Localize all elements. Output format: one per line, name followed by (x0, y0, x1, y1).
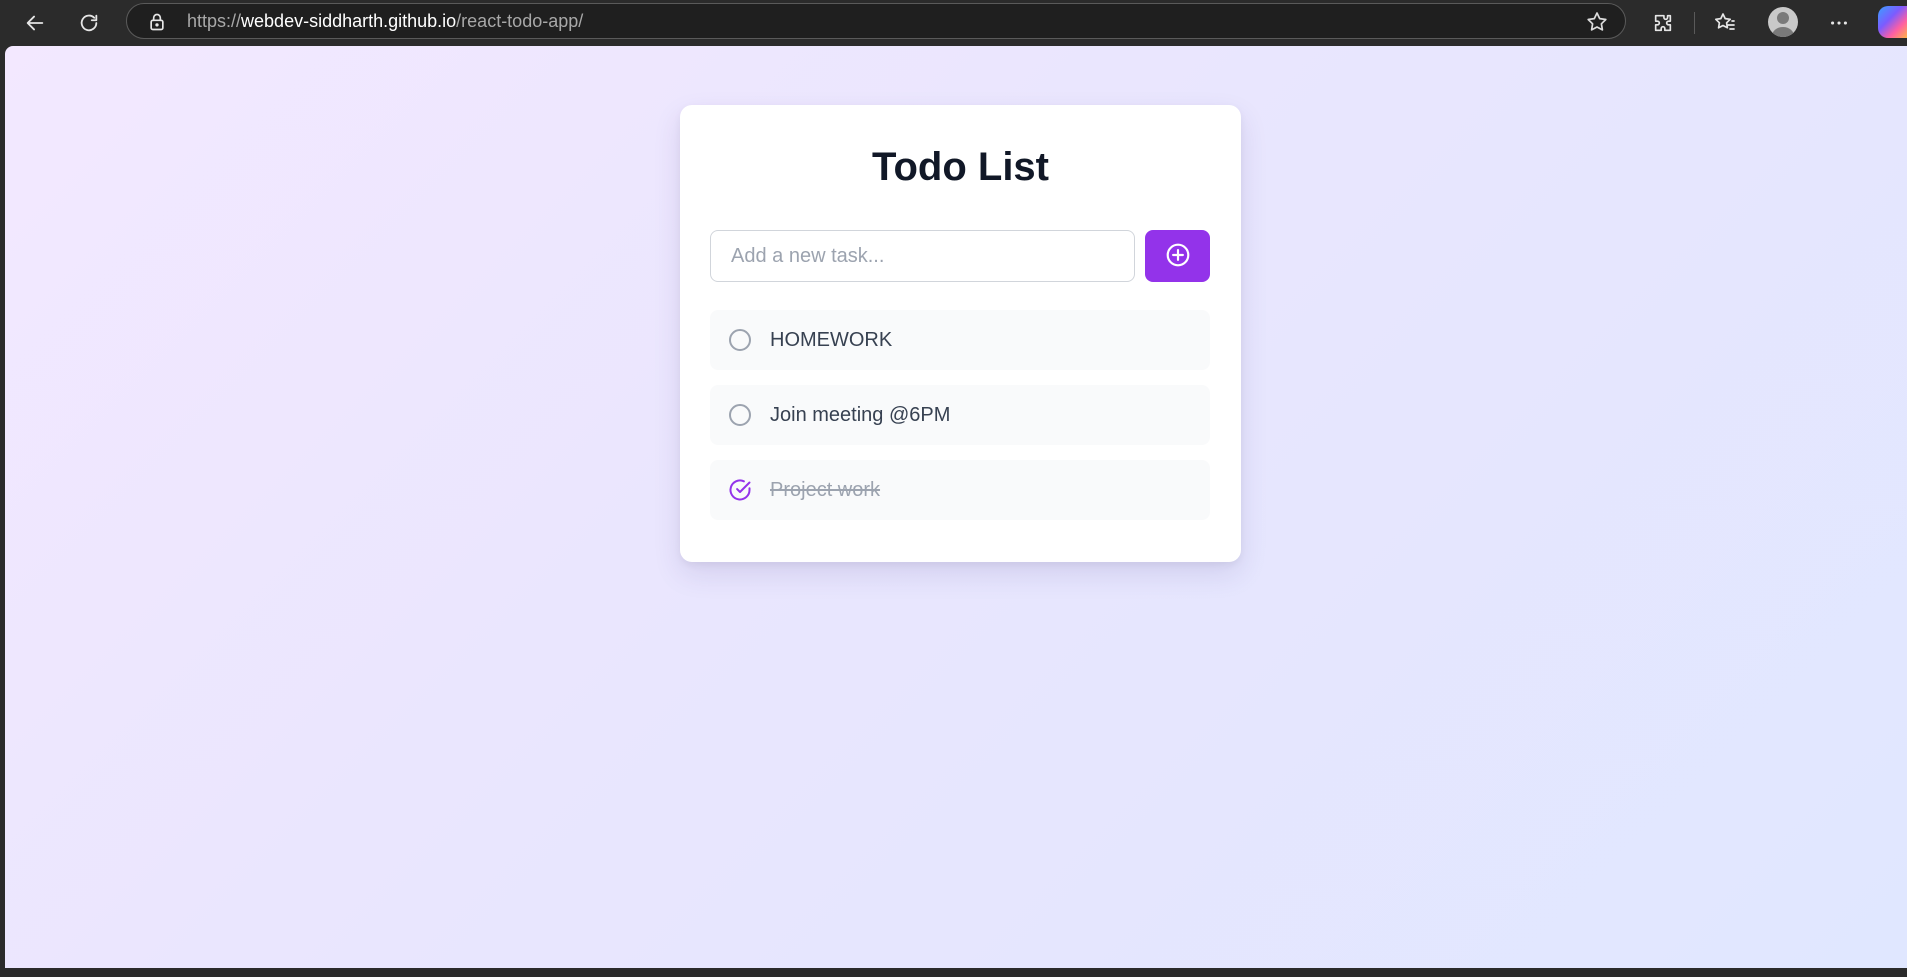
window-bottom-edge (0, 968, 1907, 977)
add-task-button[interactable] (1145, 230, 1210, 282)
circle-icon[interactable] (728, 328, 752, 352)
url-host: webdev-siddharth.github.io (241, 11, 457, 31)
url-text[interactable]: https://webdev-siddharth.github.io/react… (187, 4, 583, 38)
todo-text: Join meeting @6PM (770, 404, 951, 426)
url-path: /react-todo-app/ (456, 11, 584, 31)
copilot-icon[interactable] (1878, 6, 1907, 38)
refresh-icon[interactable] (71, 5, 107, 41)
todo-text: Project work (770, 479, 881, 501)
url-scheme: https:// (187, 11, 242, 31)
todo-text: HOMEWORK (770, 329, 893, 351)
favorites-icon[interactable] (1707, 5, 1743, 41)
toolbar-separator (1694, 12, 1695, 34)
todo-item[interactable]: Join meeting @6PM (710, 385, 1210, 445)
check-circle-icon[interactable] (728, 478, 752, 502)
profile-avatar[interactable] (1768, 7, 1798, 37)
extensions-icon[interactable] (1645, 5, 1681, 41)
new-task-input[interactable] (710, 230, 1135, 282)
todo-item[interactable]: HOMEWORK (710, 310, 1210, 370)
lock-icon[interactable] (147, 12, 167, 32)
address-bar[interactable]: https://webdev-siddharth.github.io/react… (126, 3, 1626, 39)
favorite-star-icon[interactable] (1585, 10, 1609, 34)
todo-card: Todo List HOMEWORK Join meeting @6PM Pro… (680, 105, 1241, 562)
page-title: Todo List (872, 145, 1049, 189)
more-icon[interactable] (1821, 5, 1857, 41)
browser-toolbar: https://webdev-siddharth.github.io/react… (0, 0, 1907, 46)
plus-circle-icon (1165, 242, 1191, 271)
page-viewport: Todo List HOMEWORK Join meeting @6PM Pro… (5, 46, 1907, 968)
back-icon[interactable] (17, 5, 53, 41)
todo-item[interactable]: Project work (710, 460, 1210, 520)
circle-icon[interactable] (728, 403, 752, 427)
